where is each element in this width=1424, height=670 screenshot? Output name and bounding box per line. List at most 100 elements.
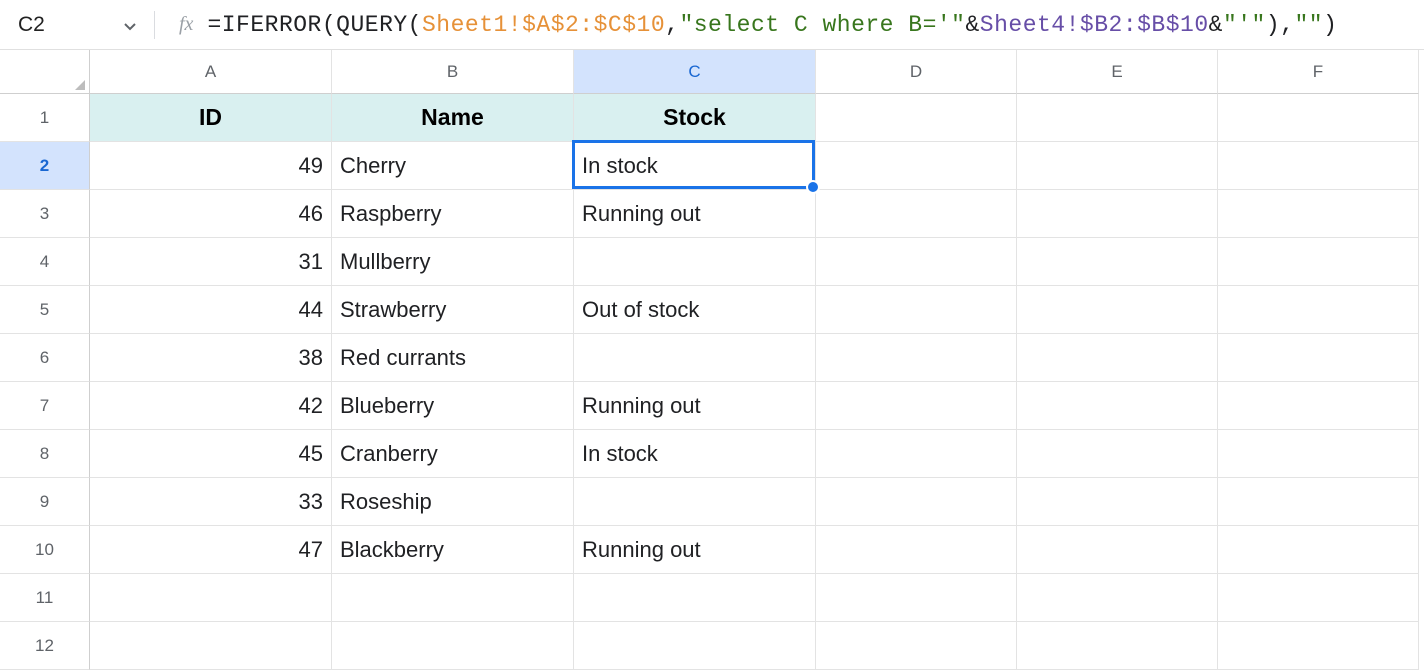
name-box-dropdown-icon[interactable] (124, 13, 136, 37)
cell-C8[interactable]: In stock (574, 430, 816, 478)
cell-F6[interactable] (1218, 334, 1419, 382)
row-header-3[interactable]: 3 (0, 190, 90, 238)
cell-E6[interactable] (1017, 334, 1218, 382)
column-header-C[interactable]: C (574, 50, 816, 94)
cell-E12[interactable] (1017, 622, 1218, 670)
cell-E7[interactable] (1017, 382, 1218, 430)
column-header-A[interactable]: A (90, 50, 332, 94)
cell-D2[interactable] (816, 142, 1017, 190)
row-header-11[interactable]: 11 (0, 574, 90, 622)
formula-input[interactable]: =IFERROR(QUERY(Sheet1!$A$2:$C$10,"select… (207, 12, 1337, 38)
cell-D9[interactable] (816, 478, 1017, 526)
cell-B8[interactable]: Cranberry (332, 430, 574, 478)
row-header-2[interactable]: 2 (0, 142, 90, 190)
column-header-E[interactable]: E (1017, 50, 1218, 94)
cell-C11[interactable] (574, 574, 816, 622)
cell-B7[interactable]: Blueberry (332, 382, 574, 430)
row-header-4[interactable]: 4 (0, 238, 90, 286)
cell-F5[interactable] (1218, 286, 1419, 334)
cell-D10[interactable] (816, 526, 1017, 574)
cell-C10[interactable]: Running out (574, 526, 816, 574)
cell-B1[interactable]: Name (332, 94, 574, 142)
cell-C1[interactable]: Stock (574, 94, 816, 142)
cell-E5[interactable] (1017, 286, 1218, 334)
cell-B10[interactable]: Blackberry (332, 526, 574, 574)
cell-B2[interactable]: Cherry (332, 142, 574, 190)
cell-B3[interactable]: Raspberry (332, 190, 574, 238)
cell-A6[interactable]: 38 (90, 334, 332, 382)
cell-D3[interactable] (816, 190, 1017, 238)
cell-A7[interactable]: 42 (90, 382, 332, 430)
table-row: 346RaspberryRunning out (0, 190, 1424, 238)
cell-D1[interactable] (816, 94, 1017, 142)
cell-F10[interactable] (1218, 526, 1419, 574)
cell-C3[interactable]: Running out (574, 190, 816, 238)
cell-F2[interactable] (1218, 142, 1419, 190)
cell-A4[interactable]: 31 (90, 238, 332, 286)
cell-E11[interactable] (1017, 574, 1218, 622)
cell-C9[interactable] (574, 478, 816, 526)
cell-B5[interactable]: Strawberry (332, 286, 574, 334)
cell-C7[interactable]: Running out (574, 382, 816, 430)
cell-B12[interactable] (332, 622, 574, 670)
cell-D7[interactable] (816, 382, 1017, 430)
cell-E4[interactable] (1017, 238, 1218, 286)
cell-A11[interactable] (90, 574, 332, 622)
cell-D12[interactable] (816, 622, 1017, 670)
column-header-D[interactable]: D (816, 50, 1017, 94)
cell-D6[interactable] (816, 334, 1017, 382)
cell-D4[interactable] (816, 238, 1017, 286)
cell-C12[interactable] (574, 622, 816, 670)
select-all-corner[interactable] (0, 50, 90, 94)
cell-E8[interactable] (1017, 430, 1218, 478)
cell-E1[interactable] (1017, 94, 1218, 142)
cell-F11[interactable] (1218, 574, 1419, 622)
cell-A1[interactable]: ID (90, 94, 332, 142)
cell-A3[interactable]: 46 (90, 190, 332, 238)
cell-B11[interactable] (332, 574, 574, 622)
cell-E3[interactable] (1017, 190, 1218, 238)
cell-F4[interactable] (1218, 238, 1419, 286)
row-header-6[interactable]: 6 (0, 334, 90, 382)
cell-A5[interactable]: 44 (90, 286, 332, 334)
cell-C5[interactable]: Out of stock (574, 286, 816, 334)
cell-A12[interactable] (90, 622, 332, 670)
spreadsheet-grid[interactable]: ABCDEF 1IDNameStock249CherryIn stock346R… (0, 50, 1424, 670)
name-box[interactable]: C2 (8, 13, 148, 37)
cell-C4[interactable] (574, 238, 816, 286)
cell-F12[interactable] (1218, 622, 1419, 670)
cell-B9[interactable]: Roseship (332, 478, 574, 526)
cell-C6[interactable] (574, 334, 816, 382)
cell-A9[interactable]: 33 (90, 478, 332, 526)
cell-F9[interactable] (1218, 478, 1419, 526)
cell-E2[interactable] (1017, 142, 1218, 190)
cell-C2[interactable]: In stock (574, 142, 816, 190)
column-header-F[interactable]: F (1218, 50, 1419, 94)
cell-A10[interactable]: 47 (90, 526, 332, 574)
cell-D8[interactable] (816, 430, 1017, 478)
formula-token: & (1209, 12, 1223, 38)
cell-D11[interactable] (816, 574, 1017, 622)
cell-A2[interactable]: 49 (90, 142, 332, 190)
cell-F7[interactable] (1218, 382, 1419, 430)
column-headers: ABCDEF (0, 50, 1424, 94)
cell-B6[interactable]: Red currants (332, 334, 574, 382)
row-header-7[interactable]: 7 (0, 382, 90, 430)
row-header-9[interactable]: 9 (0, 478, 90, 526)
cell-D5[interactable] (816, 286, 1017, 334)
cell-E10[interactable] (1017, 526, 1218, 574)
row-header-10[interactable]: 10 (0, 526, 90, 574)
cell-F8[interactable] (1218, 430, 1419, 478)
cell-A8[interactable]: 45 (90, 430, 332, 478)
cell-F1[interactable] (1218, 94, 1419, 142)
row-header-5[interactable]: 5 (0, 286, 90, 334)
cell-B4[interactable]: Mullberry (332, 238, 574, 286)
table-row: 11 (0, 574, 1424, 622)
row-header-1[interactable]: 1 (0, 94, 90, 142)
table-row: 638Red currants (0, 334, 1424, 382)
cell-F3[interactable] (1218, 190, 1419, 238)
row-header-12[interactable]: 12 (0, 622, 90, 670)
cell-E9[interactable] (1017, 478, 1218, 526)
row-header-8[interactable]: 8 (0, 430, 90, 478)
column-header-B[interactable]: B (332, 50, 574, 94)
